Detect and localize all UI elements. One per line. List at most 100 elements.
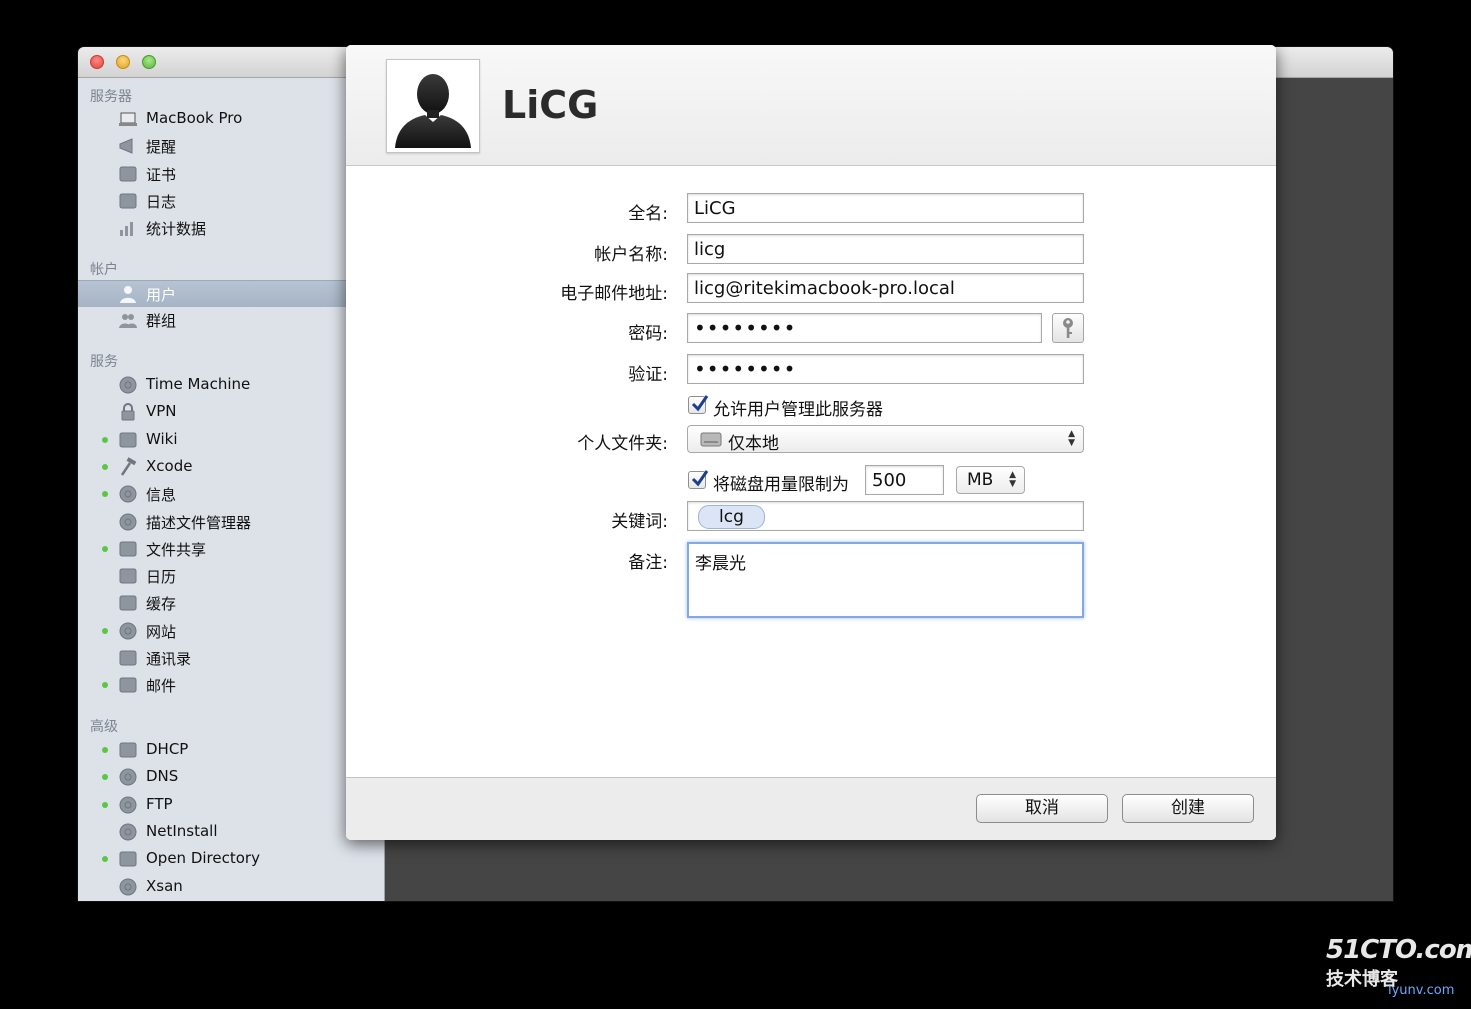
open-directory-icon [119,851,137,867]
cache-icon [119,595,137,611]
sidebar-item-service-11[interactable]: 邮件 [78,672,384,698]
watermark: 51CTO.com 技术博客 iyunv.com [1326,935,1471,998]
disk-limit-field[interactable] [865,465,944,495]
password-assistant-button[interactable] [1052,313,1084,343]
sidebar-item-service-0[interactable]: Time Machine [78,372,384,398]
status-dot [102,801,108,808]
sidebar-item-account-0[interactable]: 用户 [78,280,384,307]
sidebar-item-service-5[interactable]: 描述文件管理器 [78,509,384,535]
globe-icon [119,622,137,640]
sidebar-item-advanced-4[interactable]: Open Directory [78,846,384,872]
full-name-field[interactable] [687,193,1084,223]
sidebar-item-service-3[interactable]: Xcode [78,454,384,480]
sidebar-item-label: DHCP [146,740,189,758]
account-name-field[interactable] [687,234,1084,264]
home-folder-popup[interactable]: 仅本地 ▲ ▼ [687,425,1084,454]
sidebar-item-label: 缓存 [146,595,177,614]
watermark-line1: 51CTO.com [1326,935,1471,965]
sidebar-item-label: NetInstall [146,821,218,840]
sidebar-item-service-10[interactable]: 通讯录 [78,645,384,671]
disk-icon [700,432,722,447]
status-dot [102,856,108,863]
disk-unit-value: MB [967,470,994,490]
sidebar-item-label: 证书 [146,165,177,184]
sidebar-item-advanced-5[interactable]: Xsan [78,874,384,900]
lock-icon [121,403,135,421]
password-label: 密码: [628,324,668,344]
checkmark-icon [691,395,709,412]
calendar-icon [119,568,137,584]
password-field[interactable]: •••••••• [687,313,1042,343]
create-button[interactable]: 创建 [1122,794,1254,823]
sidebar-item-service-1[interactable]: VPN [78,399,384,425]
section-accounts: 帐户 [90,262,118,278]
sidebar-item-advanced-3[interactable]: NetInstall [78,819,384,845]
sidebar-item-label: 统计数据 [146,220,207,239]
sidebar-item-account-1[interactable]: 群组 [78,307,384,333]
cancel-button[interactable]: 取消 [976,794,1108,823]
home-folder-label: 个人文件夹: [577,434,668,454]
allow-admin-checkbox[interactable] [688,395,709,414]
user-icon [120,286,136,303]
sidebar: 服务器 MacBook Pro 提醒 证书 日志 统计数据 帐户 用户 群组 服务 Tim… [78,78,385,901]
popup-arrows-icon: ▲ ▼ [1009,470,1016,489]
full-name-label: 全名: [628,204,668,224]
sidebar-item-service-2[interactable]: Wiki [78,427,384,453]
stats-icon [120,222,133,237]
sidebar-item-label: 信息 [146,486,177,505]
sidebar-item-advanced-2[interactable]: FTP [78,792,384,818]
sidebar-item-advanced-0[interactable]: DHCP [78,737,384,763]
email-label: 电子邮件地址: [560,284,668,304]
keywords-field[interactable]: lcg [687,501,1084,531]
home-folder-value: 仅本地 [728,434,779,454]
sidebar-item-server-1[interactable]: 提醒 [78,133,384,159]
sidebar-item-service-7[interactable]: 日历 [78,563,384,589]
avatar[interactable] [386,59,480,153]
verify-label: 验证: [628,365,668,385]
status-dot [102,747,108,753]
sidebar-item-server-3[interactable]: 日志 [78,188,384,214]
sidebar-item-service-9[interactable]: 网站 [78,618,384,644]
dhcp-icon [119,742,137,758]
sidebar-item-label: 提醒 [146,138,177,157]
laptop-icon [119,112,137,126]
user-silhouette-icon [395,74,471,148]
sidebar-item-label: VPN [146,402,177,421]
folder-icon [119,541,137,557]
disk-unit-popup[interactable]: MB ▲ ▼ [956,466,1025,494]
time-machine-icon [119,376,137,394]
allow-admin-label: 允许用户管理此服务器 [713,400,883,420]
group-icon [119,314,137,329]
sidebar-item-label: 邮件 [146,677,177,696]
sidebar-item-label: 网站 [146,622,177,641]
sidebar-item-server-4[interactable]: 统计数据 [78,215,384,241]
sidebar-item-server-2[interactable]: 证书 [78,161,384,187]
sidebar-item-label: Wiki [146,429,178,448]
keyword-token[interactable]: lcg [698,505,765,529]
log-icon [119,193,137,209]
checkmark-icon [691,470,709,487]
section-services: 服务 [90,354,118,370]
mail-icon [119,677,137,693]
disk-limit-checkbox[interactable] [688,470,709,489]
account-name-label: 帐户名称: [594,245,668,265]
sidebar-item-label: Time Machine [146,375,251,393]
sidebar-item-advanced-1[interactable]: DNS [78,764,384,790]
email-field[interactable] [687,273,1084,303]
sheet-footer: 取消 创建 [346,777,1276,840]
sidebar-item-label: 日历 [146,568,177,587]
verify-field[interactable]: •••••••• [687,354,1084,384]
megaphone-icon [119,138,133,155]
sidebar-item-server-0[interactable]: MacBook Pro [78,106,384,132]
wiki-icon [119,432,137,448]
sidebar-item-service-6[interactable]: 文件共享 [78,536,384,562]
xsan-icon [119,878,137,895]
sidebar-item-label: 日志 [146,192,177,211]
keywords-label: 关键词: [611,512,668,532]
sidebar-item-label: 用户 [146,286,177,304]
sidebar-item-service-8[interactable]: 缓存 [78,590,384,616]
sidebar-item-service-4[interactable]: 信息 [78,481,384,507]
status-dot [102,774,108,781]
notes-field[interactable]: 李晨光 [687,542,1084,618]
status-dot [102,463,108,470]
